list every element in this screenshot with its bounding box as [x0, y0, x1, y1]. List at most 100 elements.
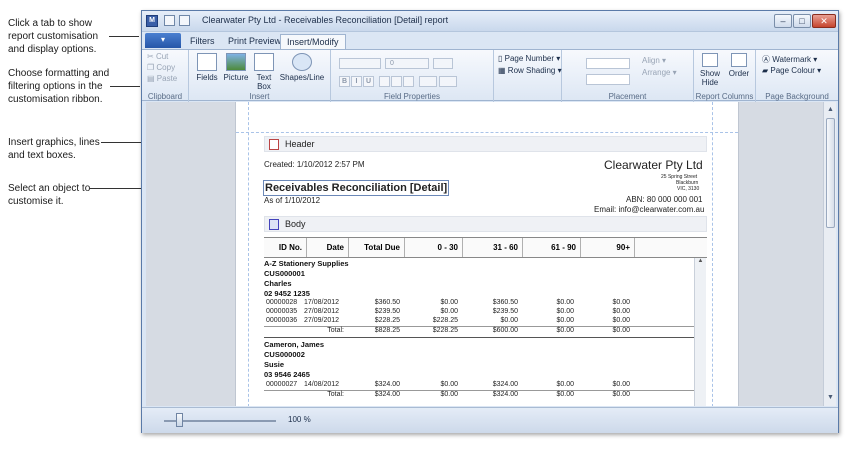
order-label: Order [728, 69, 750, 78]
show-hide-button[interactable]: Show Hide [698, 53, 722, 87]
shapes-icon [292, 53, 312, 71]
tab-insert-modify[interactable]: Insert/Modify [280, 34, 346, 49]
created-field[interactable]: Created: 1/10/2012 2:57 PM [264, 160, 365, 169]
report-page[interactable]: Header Created: 1/10/2012 2:57 PM Clearw… [235, 102, 739, 406]
order-button[interactable]: Order [726, 53, 752, 78]
margin-guide-right [712, 102, 713, 406]
email-field[interactable]: Email: info@clearwater.com.au [594, 205, 704, 214]
customer-divider [264, 337, 694, 338]
underline-button[interactable]: U [363, 76, 374, 87]
row-shading-label: Row Shading ▾ [507, 66, 562, 75]
cut-button[interactable]: ✂ Cut [147, 52, 168, 61]
col-61-90[interactable]: 61 - 90 [528, 243, 576, 252]
close-button[interactable]: ✕ [812, 14, 836, 28]
col-divider [306, 238, 307, 257]
col-id[interactable]: ID No. [270, 243, 302, 252]
italic-button[interactable]: I [351, 76, 362, 87]
text-box-label: Text Box [256, 73, 272, 91]
minimize-button[interactable]: – [774, 14, 792, 28]
cell-90-plus: $0.00 [612, 317, 630, 324]
company-name-field[interactable]: Clearwater Pty Ltd [604, 158, 703, 172]
total-31-60: $600.00 [492, 327, 518, 334]
insert-group-label: Insert [249, 92, 270, 101]
shapes-line-label: Shapes/Line [279, 73, 325, 82]
text-box-icon [254, 53, 274, 71]
fields-label: Fields [196, 73, 218, 82]
align-left-button[interactable] [379, 76, 390, 87]
scroll-up-icon[interactable]: ▲ [695, 258, 706, 264]
report-window: M Clearwater Pty Ltd - Receivables Recon… [141, 10, 839, 433]
customer-code: CUS000002 [264, 350, 305, 359]
save-icon[interactable] [164, 15, 175, 26]
watermark-button[interactable]: Ⓐ Watermark ▾ [762, 54, 817, 65]
col-date[interactable]: Date [312, 243, 344, 252]
abn-field[interactable]: ABN: 80 000 000 001 [626, 195, 703, 204]
cell-date: 27/08/2012 [304, 308, 340, 315]
col-31-60[interactable]: 31 - 60 [468, 243, 518, 252]
scroll-down-icon[interactable]: ▼ [824, 392, 837, 404]
text-box-button[interactable]: Text Box [253, 53, 275, 91]
cell-0-30: $0.00 [440, 381, 458, 388]
paste-button[interactable]: ▤ Paste [147, 74, 177, 83]
align-center-button[interactable] [391, 76, 402, 87]
file-menu-button[interactable]: ▾ [145, 33, 181, 48]
maximize-button[interactable]: □ [793, 14, 811, 28]
position-x-input[interactable] [586, 58, 630, 69]
zoom-slider-thumb[interactable] [176, 413, 183, 427]
cell-0-30: $0.00 [440, 299, 458, 306]
shapes-line-button[interactable]: Shapes/Line [279, 53, 325, 82]
align-right-button[interactable] [403, 76, 414, 87]
report-title-field[interactable]: Receivables Reconciliation [Detail] [262, 180, 450, 196]
font-name-select[interactable] [339, 58, 381, 69]
fill-colour-select[interactable] [433, 58, 453, 69]
col-divider [404, 238, 405, 257]
cell-90-plus: $0.00 [612, 299, 630, 306]
row-shading-icon: ▦ [498, 66, 506, 75]
page-background-group-label: Page Background [765, 92, 829, 101]
copy-button[interactable]: ❐ Copy [147, 63, 175, 72]
tab-print-preview[interactable]: Print Preview [222, 34, 287, 49]
show-hide-label: Show Hide [699, 69, 720, 87]
cell-id: 00000027 [266, 381, 298, 388]
font-size-select[interactable]: 0 [385, 58, 429, 69]
scroll-up-icon[interactable]: ▲ [824, 104, 837, 116]
col-0-30[interactable]: 0 - 30 [410, 243, 458, 252]
body-section-bar[interactable]: Body [264, 216, 707, 232]
picture-button[interactable]: Picture [221, 53, 251, 82]
print-icon[interactable] [179, 15, 190, 26]
body-section-icon [269, 219, 279, 230]
scrollbar-thumb[interactable] [826, 118, 835, 228]
fields-button[interactable]: Fields [195, 53, 219, 82]
vertical-scrollbar[interactable]: ▲ ▼ [823, 102, 836, 406]
report-designer-canvas[interactable]: Header Created: 1/10/2012 2:57 PM Clearw… [146, 102, 823, 406]
position-y-input[interactable] [586, 74, 630, 85]
picture-icon [226, 53, 246, 71]
order-icon [731, 53, 747, 67]
col-total-due[interactable]: Total Due [354, 243, 400, 252]
page-number-button[interactable]: ▯ Page Number ▾ [498, 54, 560, 63]
customer-name: Cameron, James [264, 340, 325, 349]
page-options-group: ▯ Page Number ▾ ▦ Row Shading ▾ [494, 50, 562, 102]
cell-31-60: $324.00 [492, 381, 518, 388]
arrange-button[interactable]: Arrange ▾ [642, 68, 677, 77]
cell-id: 00000028 [266, 299, 298, 306]
col-90-plus[interactable]: 90+ [586, 243, 630, 252]
table-scrollbar[interactable]: ▲ [694, 258, 706, 406]
col-divider [462, 238, 463, 257]
callout-tabs-line [109, 36, 139, 37]
row-shading-button[interactable]: ▦ Row Shading ▾ [498, 66, 562, 75]
clipboard-group-label: Clipboard [147, 92, 183, 101]
app-icon: M [146, 15, 158, 27]
align-button[interactable]: Align ▾ [642, 56, 666, 65]
address-line-3[interactable]: VIC, 3130 [677, 186, 699, 192]
bold-button[interactable]: B [339, 76, 350, 87]
title-bar: M Clearwater Pty Ltd - Receivables Recon… [142, 11, 838, 32]
border-select[interactable] [419, 76, 437, 87]
total-61-90: $0.00 [556, 391, 574, 398]
page-colour-button[interactable]: ▰ Page Colour ▾ [762, 66, 821, 75]
picture-label: Picture [223, 73, 249, 82]
line-select[interactable] [439, 76, 457, 87]
tab-filters[interactable]: Filters [184, 34, 221, 49]
header-section-bar[interactable]: Header [264, 136, 707, 152]
as-of-field[interactable]: As of 1/10/2012 [264, 196, 320, 205]
